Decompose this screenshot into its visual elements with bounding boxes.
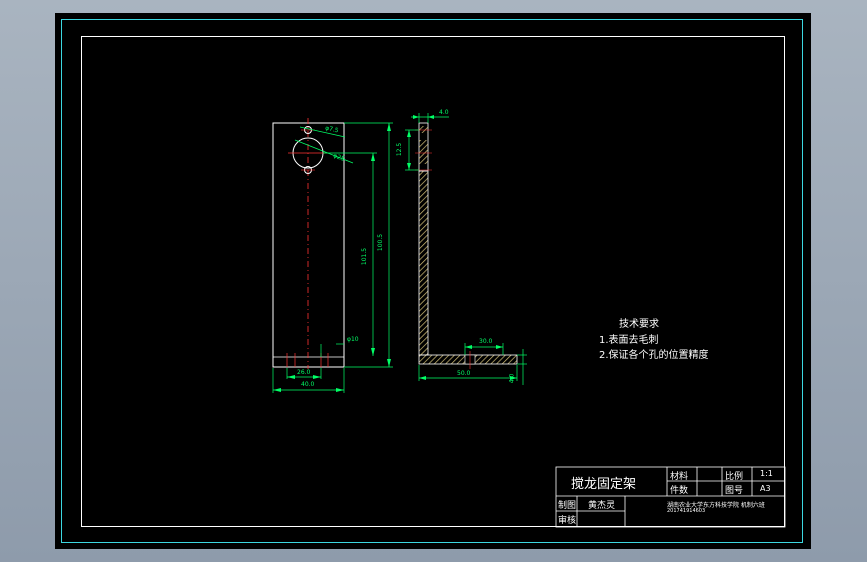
dim-width: 40.0 — [301, 381, 315, 388]
drawn-label: 制图 — [558, 501, 577, 511]
dim-slot: 26.0 — [297, 369, 311, 376]
drawn-by: 黄杰灵 — [588, 501, 616, 511]
tech-item-1: 1.表面去毛刺 — [599, 335, 659, 346]
front-outline — [272, 122, 345, 368]
tech-item-2: 2.保证各个孔的位置精度 — [599, 350, 709, 361]
dim-flange-thickness: 4.0 — [508, 373, 516, 384]
part-name: 搅龙固定架 — [571, 477, 637, 492]
tech-title: 技术要求 — [619, 319, 659, 330]
dim-top: 12.5 — [396, 142, 404, 157]
dim-height-partial: 101.5 — [361, 247, 369, 266]
drawing-no-value: A3 — [760, 484, 771, 493]
dim-height-total: 100.5 — [377, 233, 385, 252]
tech-requirements: 技术要求 — [617, 317, 659, 332]
dim-thickness: 4.0 — [439, 109, 449, 116]
scale-value: 1:1 — [760, 469, 773, 478]
dim-flange-length: 50.0 — [457, 370, 471, 377]
material-label: 材料 — [670, 472, 689, 482]
tech-items: 1.表面去毛刺 2.保证各个孔的位置精度 — [599, 333, 709, 363]
dim-flange-top: 30.0 — [479, 338, 493, 345]
dim-small: φ10 — [347, 336, 359, 343]
drawing-canvas — [272, 113, 786, 528]
org-line2: 201741914603 — [667, 508, 706, 514]
side-view — [405, 113, 527, 385]
drawing-sheet: φ7.5 φ25 100.5 101.5 φ10 26.0 40.0 4.0 1… — [55, 13, 811, 549]
drawing-no-label: 图号 — [725, 486, 744, 496]
checked-label: 审核 — [558, 516, 577, 526]
quantity-label: 件数 — [670, 486, 689, 496]
scale-label: 比例 — [725, 472, 744, 482]
vertical-plate — [418, 170, 429, 356]
